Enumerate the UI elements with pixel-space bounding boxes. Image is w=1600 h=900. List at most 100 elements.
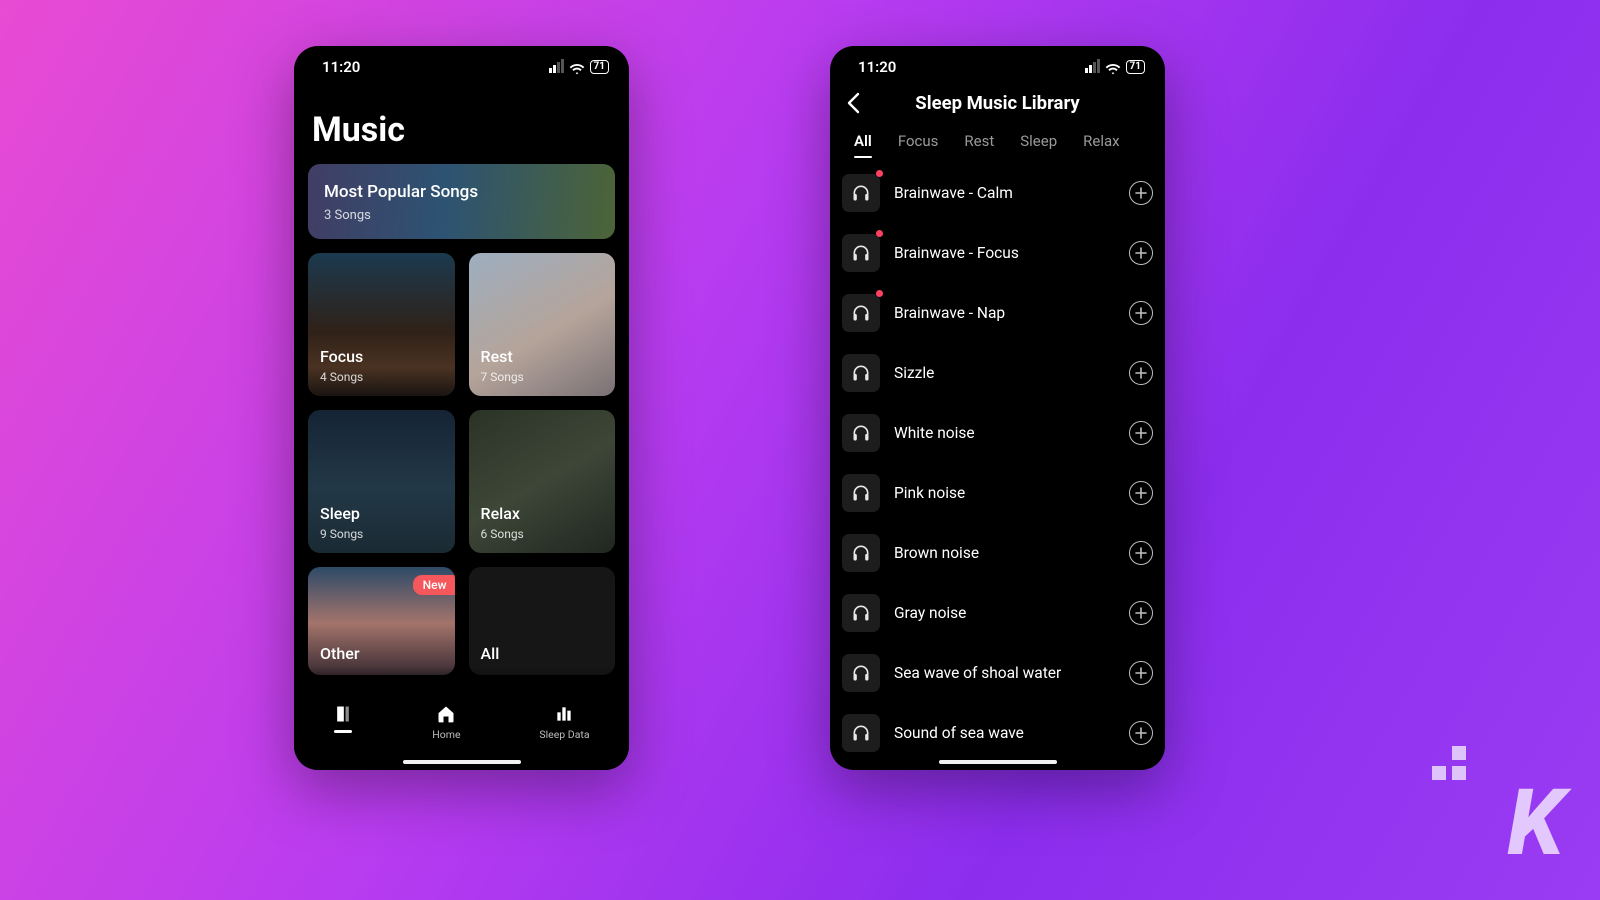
category-title: Relax (481, 504, 604, 523)
new-dot-icon (876, 170, 883, 177)
category-sub: 7 Songs (481, 370, 604, 384)
track-row[interactable]: Brown noise (842, 534, 1153, 572)
tab-sleep-data[interactable]: Sleep Data (539, 704, 589, 741)
popular-title: Most Popular Songs (324, 182, 599, 202)
track-title: Sea wave of shoal water (894, 664, 1115, 682)
headphones-icon (851, 363, 871, 383)
track-list[interactable]: Brainwave - Calm Brainwave - Focus Brainwa… (830, 158, 1165, 752)
track-row[interactable]: Sea wave of shoal water (842, 654, 1153, 692)
track-icon-box (842, 234, 880, 272)
wifi-icon (1105, 61, 1121, 73)
add-track-button[interactable] (1129, 721, 1153, 745)
category-card-rest[interactable]: Rest 7 Songs (469, 253, 616, 396)
new-dot-icon (876, 230, 883, 237)
status-right: 71 (549, 60, 609, 74)
track-icon-box (842, 714, 880, 752)
category-card-sleep[interactable]: Sleep 9 Songs (308, 410, 455, 553)
headphones-icon (851, 543, 871, 563)
headphones-icon (851, 423, 871, 443)
add-track-button[interactable] (1129, 601, 1153, 625)
track-row[interactable]: White noise (842, 414, 1153, 452)
add-track-button[interactable] (1129, 361, 1153, 385)
track-title: Brainwave - Nap (894, 304, 1115, 322)
category-title: Other (320, 644, 443, 663)
tab-bar: Home Sleep Data (294, 694, 629, 770)
battery-level: 71 (590, 60, 609, 74)
track-icon-box (842, 174, 880, 212)
wifi-icon (569, 61, 585, 73)
track-title: Brown noise (894, 544, 1115, 562)
track-row[interactable]: Brainwave - Nap (842, 294, 1153, 332)
headphones-icon (851, 183, 871, 203)
category-sub: 9 Songs (320, 527, 443, 541)
back-button[interactable] (840, 90, 866, 116)
music-tab-icon (333, 704, 353, 724)
tab-label: Sleep Data (539, 728, 589, 741)
category-title: Focus (320, 347, 443, 366)
add-track-button[interactable] (1129, 301, 1153, 325)
battery-level: 71 (1126, 60, 1145, 74)
headphones-icon (851, 243, 871, 263)
add-track-button[interactable] (1129, 661, 1153, 685)
track-row[interactable]: Brainwave - Focus (842, 234, 1153, 272)
screen-title: Sleep Music Library (915, 92, 1079, 114)
track-icon-box (842, 594, 880, 632)
tab-focus[interactable]: Focus (898, 132, 939, 158)
home-indicator (939, 760, 1057, 764)
track-row[interactable]: Sizzle (842, 354, 1153, 392)
track-title: Sound of sea wave (894, 724, 1115, 742)
headphones-icon (851, 303, 871, 323)
add-track-button[interactable] (1129, 181, 1153, 205)
category-title: Sleep (320, 504, 443, 523)
tab-rest[interactable]: Rest (964, 132, 994, 158)
category-card-other[interactable]: New Other (308, 567, 455, 675)
phone-music: 11:20 71 Music Most Popular Songs 3 Song… (294, 46, 629, 770)
category-title: Rest (481, 347, 604, 366)
headphones-icon (851, 723, 871, 743)
track-row[interactable]: Pink noise (842, 474, 1153, 512)
tab-label: Home (432, 728, 460, 741)
home-icon (436, 704, 456, 724)
track-icon-box (842, 414, 880, 452)
phone-library: 11:20 71 Sleep Music Library All Focus R… (830, 46, 1165, 770)
new-dot-icon (876, 290, 883, 297)
category-sub: 4 Songs (320, 370, 443, 384)
track-row[interactable]: Gray noise (842, 594, 1153, 632)
status-right: 71 (1085, 60, 1145, 74)
status-bar: 11:20 71 (294, 46, 629, 80)
filter-tabs: All Focus Rest Sleep Relax (830, 126, 1165, 158)
status-bar: 11:20 71 (830, 46, 1165, 80)
chevron-left-icon (846, 92, 860, 114)
track-icon-box (842, 534, 880, 572)
track-icon-box (842, 294, 880, 332)
status-time: 11:20 (322, 58, 360, 76)
home-indicator (403, 760, 521, 764)
track-icon-box (842, 474, 880, 512)
category-card-focus[interactable]: Focus 4 Songs (308, 253, 455, 396)
category-sub: 6 Songs (481, 527, 604, 541)
tab-relax[interactable]: Relax (1083, 132, 1119, 158)
tab-sleep[interactable]: Sleep (1020, 132, 1057, 158)
add-track-button[interactable] (1129, 481, 1153, 505)
track-title: Gray noise (894, 604, 1115, 622)
headphones-icon (851, 663, 871, 683)
category-card-all[interactable]: All (469, 567, 616, 675)
category-title: All (481, 644, 604, 663)
nav-bar: Sleep Music Library (830, 80, 1165, 126)
popular-songs-card[interactable]: Most Popular Songs 3 Songs (308, 164, 615, 239)
add-track-button[interactable] (1129, 541, 1153, 565)
add-track-button[interactable] (1129, 421, 1153, 445)
track-row[interactable]: Brainwave - Calm (842, 174, 1153, 212)
track-title: Pink noise (894, 484, 1115, 502)
cell-signal-icon (1085, 61, 1100, 73)
new-badge: New (413, 575, 455, 595)
cell-signal-icon (549, 61, 564, 73)
page-title: Music (294, 80, 629, 164)
tab-music[interactable] (333, 704, 353, 733)
tab-all[interactable]: All (854, 132, 872, 158)
tab-home[interactable]: Home (432, 704, 460, 741)
track-title: White noise (894, 424, 1115, 442)
add-track-button[interactable] (1129, 241, 1153, 265)
track-row[interactable]: Sound of sea wave (842, 714, 1153, 752)
category-card-relax[interactable]: Relax 6 Songs (469, 410, 616, 553)
